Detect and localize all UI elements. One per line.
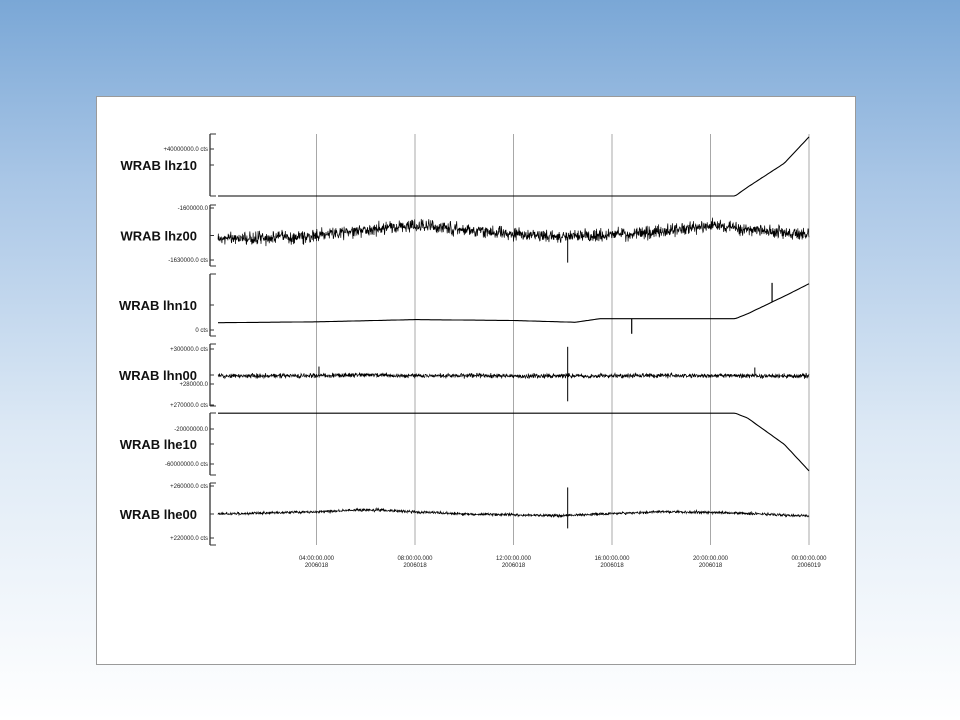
seismogram-plot: WRAB lhz10 +40000000.0 cts WRAB lhz00 -1600…	[119, 133, 827, 569]
trace-name-label: WRAB lhn00	[119, 368, 197, 383]
trace-tick-label: +220000.0 cts	[170, 536, 208, 542]
trace-tick-label: 0 cts	[195, 328, 208, 334]
time-tick-label: 12:00:00.000	[496, 556, 532, 562]
trace-tick-label: +260000.0 cts	[170, 484, 208, 490]
trace-tick-label: +300000.0 cts	[170, 347, 208, 353]
time-tick-label: 16:00:00.000	[594, 556, 630, 562]
date-tick-label: 2006018	[699, 563, 723, 569]
date-tick-label: 2006018	[403, 563, 427, 569]
trace-tick-label: -20000000.0	[174, 427, 208, 433]
trace-name-label: WRAB lhz10	[120, 158, 197, 173]
trace-tick-label: -1600000.0	[178, 206, 209, 212]
trace-name-label: WRAB lhz00	[120, 229, 197, 244]
trace-name-label: WRAB lhe00	[120, 507, 197, 522]
date-tick-label: 2006018	[305, 563, 329, 569]
trace-tick-label: +270000.0 cts	[170, 403, 208, 409]
trace-tick-label: +40000000.0 cts	[163, 147, 208, 153]
date-tick-label: 2006018	[502, 563, 526, 569]
chart-panel: WRAB lhz10 +40000000.0 cts WRAB lhz00 -1600…	[96, 96, 856, 665]
time-tick-label: 20:00:00.000	[693, 556, 729, 562]
trace-tick-label: +280000.0	[179, 382, 208, 388]
trace-tick-label: -1630000.0 cts	[168, 258, 208, 264]
trace-tick-label: -60000000.0 cts	[165, 462, 208, 468]
time-tick-label: 04:00:00.000	[299, 556, 335, 562]
time-tick-label: 08:00:00.000	[397, 556, 433, 562]
date-tick-label: 2006019	[797, 563, 821, 569]
time-tick-label: 00:00:00.000	[791, 556, 827, 562]
trace-name-label: WRAB lhn10	[119, 298, 197, 313]
trace-name-label: WRAB lhe10	[120, 437, 197, 452]
date-tick-label: 2006018	[600, 563, 624, 569]
